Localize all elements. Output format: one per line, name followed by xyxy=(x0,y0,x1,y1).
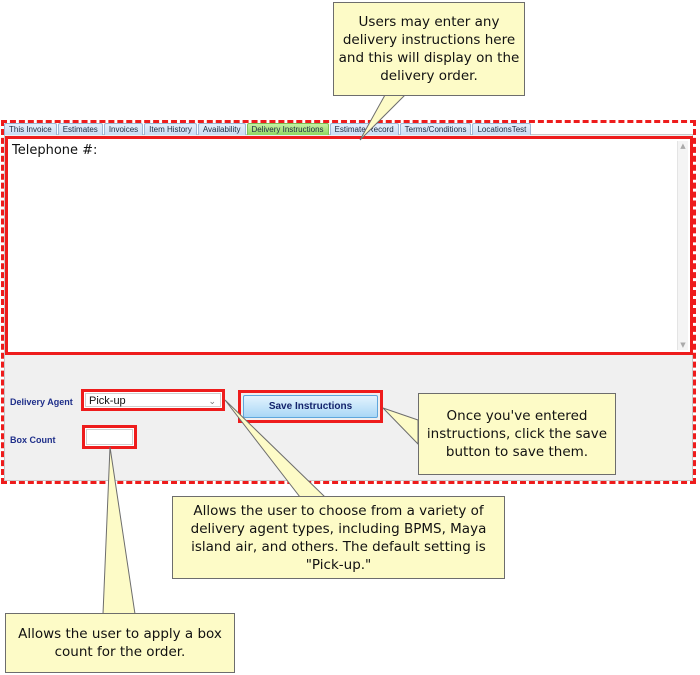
instructions-callout-pointer xyxy=(359,94,407,141)
agent-callout: Allows the user to choose from a variety… xyxy=(172,496,505,579)
agent-callout-pointer xyxy=(224,399,327,498)
box-count-callout: Allows the user to apply a box count for… xyxy=(5,613,235,673)
save-callout-pointer xyxy=(382,407,419,446)
instructions-callout: Users may enter any delivery instruction… xyxy=(333,2,525,96)
save-callout: Once you've entered instructions, click … xyxy=(418,393,616,475)
box-count-callout-pointer xyxy=(102,446,136,615)
